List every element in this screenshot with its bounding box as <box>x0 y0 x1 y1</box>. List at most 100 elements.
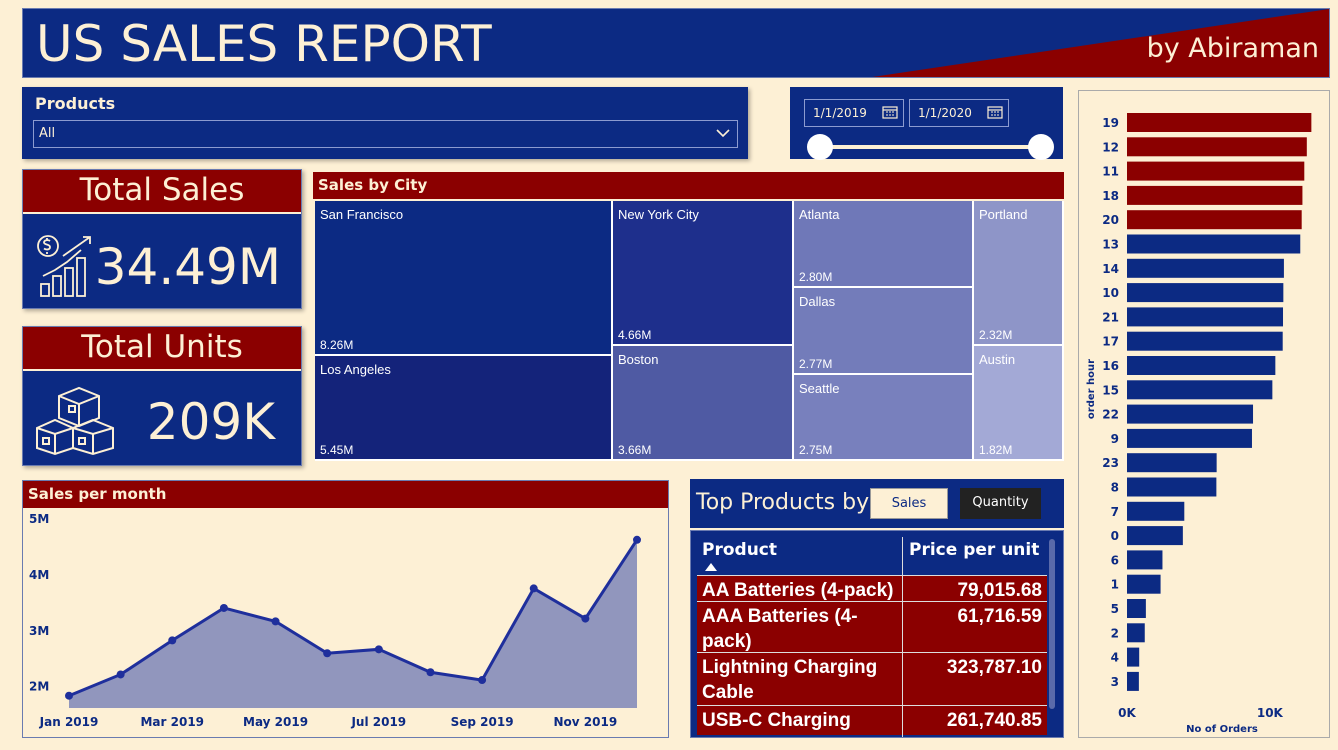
hour-category-label: 8 <box>1111 481 1119 495</box>
hour-bar[interactable] <box>1127 113 1312 132</box>
x-tick-label: Jan 2019 <box>39 715 99 729</box>
treemap-city-value: 5.45M <box>320 443 354 457</box>
hour-bar[interactable] <box>1127 428 1252 448</box>
treemap-tile[interactable]: Atlanta 2.80M <box>794 201 974 288</box>
sales-data-point <box>116 670 125 679</box>
hour-bar[interactable] <box>1127 234 1301 254</box>
table-row[interactable]: USB-C Charging 261,740.85 <box>697 705 1047 735</box>
treemap-city-label: Los Angeles <box>320 362 391 377</box>
y-tick-label: 2M <box>29 680 49 694</box>
treemap-city-label: Dallas <box>799 294 836 309</box>
treemap-city-value: 2.77M <box>799 357 833 371</box>
treemap-city-label: Portland <box>979 207 1028 222</box>
sales-data-point <box>219 603 228 612</box>
treemap-tile[interactable]: Portland 2.32M <box>974 201 1064 346</box>
table-row[interactable]: AAA Batteries (4-pack) 61,716.59 <box>697 601 1047 652</box>
money-growth-icon <box>37 235 91 297</box>
chevron-down-icon[interactable] <box>714 124 732 142</box>
hour-bar[interactable] <box>1127 283 1284 303</box>
total-sales-value: 34.49M <box>94 238 281 296</box>
hour-bar[interactable] <box>1127 380 1273 400</box>
report-header: US SALES REPORT by Abiraman <box>22 8 1330 78</box>
boxes-icon <box>36 386 114 456</box>
hour-category-label: 3 <box>1111 675 1119 689</box>
table-scrollbar[interactable] <box>1049 539 1055 709</box>
hour-category-label: 17 <box>1102 335 1119 349</box>
hour-bar[interactable] <box>1127 647 1140 667</box>
hour-category-label: 4 <box>1111 651 1119 665</box>
quantity-toggle-button[interactable]: Quantity <box>960 488 1041 519</box>
table-row[interactable]: Lightning Charging Cable 323,787.10 <box>697 652 1047 705</box>
product-cell: Lightning Charging Cable <box>702 657 878 703</box>
treemap-city-value: 8.26M <box>320 338 354 352</box>
x-tick-label: Sep 2019 <box>451 715 514 729</box>
hour-bar[interactable] <box>1127 574 1161 594</box>
hour-bar[interactable] <box>1127 307 1284 327</box>
hour-bar[interactable] <box>1127 671 1139 691</box>
hour-bar[interactable] <box>1127 404 1254 424</box>
sales-per-month-title: Sales per month <box>23 481 668 508</box>
hour-bar[interactable] <box>1127 453 1217 473</box>
treemap-city-label: Seattle <box>799 381 840 396</box>
hour-bar[interactable] <box>1127 477 1217 497</box>
sales-data-point <box>529 584 538 593</box>
sort-ascending-icon[interactable] <box>705 563 717 571</box>
calendar-icon[interactable] <box>882 105 898 119</box>
sales-data-point <box>581 614 590 623</box>
hour-bar[interactable] <box>1127 550 1163 570</box>
treemap-city-value: 3.66M <box>618 443 652 457</box>
products-dropdown-value: All <box>39 126 56 141</box>
hour-bar[interactable] <box>1127 501 1185 521</box>
hour-bar[interactable] <box>1127 137 1307 157</box>
treemap-tile[interactable]: Boston 3.66M <box>613 346 794 461</box>
hour-bar[interactable] <box>1127 210 1302 230</box>
price-cell: 261,740.85 <box>946 710 1042 731</box>
hour-bar[interactable] <box>1127 331 1283 351</box>
date-slider-start-handle[interactable] <box>807 134 833 160</box>
hour-category-label: 16 <box>1102 359 1119 373</box>
sales-per-month-chart: Sales per month 2M 3M 4M 5M Jan 2019 Mar 2019… <box>22 480 669 738</box>
treemap-city-label: San Francisco <box>320 207 404 222</box>
hour-bar[interactable] <box>1127 356 1276 375</box>
date-slider-track[interactable] <box>818 145 1043 149</box>
hour-category-label: 20 <box>1102 213 1119 227</box>
hour-bar[interactable] <box>1127 258 1284 278</box>
treemap-city-label: Atlanta <box>799 207 840 222</box>
report-title: US SALES REPORT <box>36 15 492 73</box>
column-header-price[interactable]: Price per unit <box>909 540 1039 560</box>
product-cell: AAA Batteries (4-pack) <box>702 606 858 652</box>
orders-by-hour-chart: 19 12 11 18 20 13 14 10 21 17 16 15 22 9 23 8 7 0 6 1 5 2 4 3 0K… <box>1078 90 1330 738</box>
treemap-tile[interactable]: New York City 4.66M <box>613 201 794 346</box>
treemap-tile[interactable]: Los Angeles 5.45M <box>315 356 613 461</box>
y-tick-label: 4M <box>29 568 49 582</box>
treemap-city-label: Austin <box>979 352 1016 367</box>
total-sales-card: Total Sales 34.49M <box>22 169 302 309</box>
report-author: by Abiraman <box>1146 33 1319 64</box>
price-cell: 79,015.68 <box>957 580 1042 601</box>
table-row[interactable]: AA Batteries (4-pack) 79,015.68 <box>697 575 1047 601</box>
hour-category-label: 2 <box>1111 626 1119 640</box>
calendar-icon[interactable] <box>987 105 1003 119</box>
hour-bar[interactable] <box>1127 623 1145 643</box>
hour-bar[interactable] <box>1127 599 1146 618</box>
end-date-field[interactable]: 1/1/2020 <box>909 99 1009 127</box>
x-tick-label: 0K <box>1118 706 1136 720</box>
treemap-city-value: 2.32M <box>979 328 1013 342</box>
treemap-tile[interactable]: San Francisco 8.26M <box>315 201 613 356</box>
hour-bar[interactable] <box>1127 526 1183 546</box>
treemap-tile[interactable]: Austin 1.82M <box>974 346 1064 461</box>
sales-toggle-button[interactable]: Sales <box>870 488 948 519</box>
date-slider-end-handle[interactable] <box>1028 134 1054 160</box>
hour-bar[interactable] <box>1127 185 1303 205</box>
start-date-field[interactable]: 1/1/2019 <box>804 99 904 127</box>
products-dropdown[interactable]: All <box>33 120 738 148</box>
treemap-city-value: 4.66M <box>618 328 652 342</box>
treemap-tile[interactable]: Dallas 2.77M <box>794 288 974 375</box>
hour-bar[interactable] <box>1127 161 1305 181</box>
product-cell: USB-C Charging <box>702 710 851 731</box>
hour-category-label: 1 <box>1111 578 1119 592</box>
hour-category-label: 14 <box>1102 262 1119 276</box>
end-date-value: 1/1/2020 <box>918 106 972 120</box>
treemap-tile[interactable]: Seattle 2.75M <box>794 375 974 461</box>
column-header-product[interactable]: Product <box>702 540 777 560</box>
